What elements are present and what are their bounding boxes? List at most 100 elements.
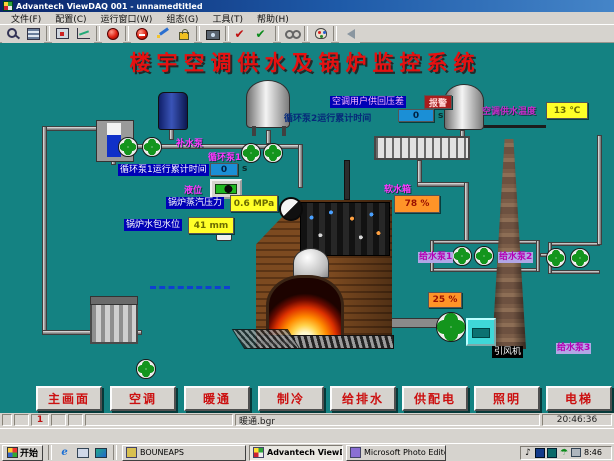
nav-button-hvac[interactable]: 暖通 bbox=[184, 386, 250, 411]
status-file-name: 暖通.bgr bbox=[235, 414, 540, 426]
label-soft-tank: 软水箱 bbox=[384, 182, 411, 195]
pipe bbox=[430, 240, 540, 244]
tray-clock[interactable]: 8:46 bbox=[584, 448, 602, 457]
task-button-1[interactable]: BOUNEAPS bbox=[122, 445, 246, 461]
internet-explorer-icon[interactable]: e bbox=[57, 446, 72, 459]
status-page-number: 1 bbox=[31, 414, 49, 426]
system-tray: ♪ ☂ 8:46 bbox=[520, 446, 612, 460]
nav-button-lighting[interactable]: 照明 bbox=[474, 386, 540, 411]
menu-run-window[interactable]: 运行窗口(W) bbox=[94, 12, 160, 25]
pipe bbox=[597, 135, 602, 245]
handcuff-icon bbox=[285, 28, 299, 40]
alarm-button[interactable] bbox=[102, 25, 123, 43]
supply-temp-value: 13 ℃ bbox=[546, 102, 588, 119]
menu-tools[interactable]: 工具(T) bbox=[205, 12, 250, 25]
pump1-runtime-unit: s bbox=[242, 164, 247, 174]
nav-button-elevator[interactable]: 电梯 bbox=[546, 386, 612, 411]
scada-canvas: 楼宇空调供水及锅炉监控系统 bbox=[0, 43, 614, 413]
start-button[interactable]: 开始 bbox=[2, 445, 43, 461]
pipe bbox=[42, 126, 47, 334]
volume-icon[interactable]: ♪ bbox=[523, 448, 533, 458]
nav-button-ac[interactable]: 空调 bbox=[110, 386, 176, 411]
task-label: Microsoft Photo Editor ... bbox=[364, 448, 446, 457]
nav-button-power[interactable]: 供配电 bbox=[402, 386, 468, 411]
status-cell bbox=[51, 414, 66, 426]
back-arrow-icon bbox=[342, 29, 355, 39]
pump-fan bbox=[452, 246, 472, 266]
soft-tank-value: 78 % bbox=[394, 195, 440, 213]
trend-chart-icon bbox=[77, 28, 90, 39]
lock-button[interactable] bbox=[173, 25, 194, 43]
alarm-ball-icon bbox=[107, 28, 119, 40]
confirm-green-button[interactable]: ✔ bbox=[252, 25, 273, 43]
snapshot-button[interactable] bbox=[202, 25, 223, 43]
monitor-icon[interactable] bbox=[535, 448, 545, 458]
label-diff-pressure: 空调用户供回压差 bbox=[330, 96, 406, 108]
label-pump2-runtime: 循环泵2运行累计时间 bbox=[284, 111, 371, 124]
fan-output-value: 25 % bbox=[428, 292, 462, 308]
red-valve bbox=[506, 120, 522, 130]
window-bottom-band bbox=[0, 428, 614, 444]
menu-file[interactable]: 文件(F) bbox=[4, 12, 48, 25]
title-bar[interactable]: Advantech ViewDAQ 001 - unnamedtitled bbox=[0, 0, 614, 12]
confirm-red-button[interactable]: ✔ bbox=[231, 25, 252, 43]
trend-button[interactable] bbox=[73, 25, 94, 43]
camera-icon bbox=[206, 30, 220, 40]
steam-pressure-value: 0.6 MPa bbox=[230, 195, 278, 212]
menu-help[interactable]: 帮助(H) bbox=[250, 12, 296, 25]
boiler-gauge bbox=[279, 197, 303, 221]
nav-button-main[interactable]: 主画面 bbox=[36, 386, 102, 411]
back-button[interactable] bbox=[339, 25, 360, 43]
confirm-green-icon: ✔ bbox=[256, 28, 270, 40]
pump-fan bbox=[241, 143, 261, 163]
pen-icon bbox=[157, 29, 169, 39]
pump-fan bbox=[546, 248, 566, 268]
toolbar: ✔ ✔ bbox=[0, 24, 614, 43]
show-desktop-icon[interactable] bbox=[75, 446, 90, 459]
channels-icon[interactable] bbox=[93, 446, 108, 459]
search-icon bbox=[6, 28, 20, 40]
search-button[interactable] bbox=[2, 25, 23, 43]
security-button[interactable] bbox=[281, 25, 302, 43]
windows-logo-icon bbox=[7, 447, 18, 458]
display-button[interactable] bbox=[52, 25, 73, 43]
flue-duct bbox=[388, 318, 440, 328]
pump-fan bbox=[118, 137, 138, 157]
menu-setup[interactable]: 组态(G) bbox=[159, 12, 205, 25]
status-cell bbox=[14, 414, 29, 426]
pipe bbox=[430, 268, 540, 272]
pipe bbox=[344, 160, 350, 200]
label-steam-pressure: 锅炉蒸汽压力 bbox=[166, 197, 224, 209]
task-label: Advantech ViewDAQ 0... bbox=[267, 448, 343, 457]
label-feed-pump1: 给水泵1 bbox=[418, 252, 453, 263]
edit-button[interactable] bbox=[152, 25, 173, 43]
pump-fan bbox=[474, 246, 494, 266]
draft-fan bbox=[436, 312, 466, 342]
nav-button-cooling[interactable]: 制冷 bbox=[258, 386, 324, 411]
network-icon[interactable] bbox=[571, 448, 581, 458]
taskbar-separator bbox=[48, 445, 52, 460]
status-bar: 1 暖通.bgr 20:46:36 bbox=[0, 413, 614, 428]
display-icon bbox=[56, 28, 69, 39]
toolbar-separator bbox=[225, 26, 229, 41]
status-cell bbox=[85, 414, 233, 426]
palette-button[interactable] bbox=[310, 25, 331, 43]
scheduler-icon[interactable] bbox=[547, 448, 557, 458]
task-button-photo-editor[interactable]: Microsoft Photo Editor ... bbox=[346, 445, 446, 461]
scada-page-title: 楼宇空调供水及锅炉监控系统 bbox=[62, 47, 548, 77]
antivirus-umbrella-icon[interactable]: ☂ bbox=[559, 448, 569, 458]
confirm-red-icon: ✔ bbox=[235, 28, 249, 40]
window-title: Advantech ViewDAQ 001 - unnamedtitled bbox=[16, 2, 203, 11]
pipe bbox=[464, 182, 469, 242]
toolbar-separator bbox=[275, 26, 279, 41]
task-button-viewdaq[interactable]: Advantech ViewDAQ 0... bbox=[249, 445, 343, 461]
nav-button-water[interactable]: 给排水 bbox=[330, 386, 396, 411]
taskbar-separator bbox=[113, 445, 117, 460]
red-valve bbox=[386, 251, 400, 260]
report-button[interactable] bbox=[23, 25, 44, 43]
pump-fan bbox=[142, 137, 162, 157]
menu-config[interactable]: 配置(C) bbox=[48, 12, 93, 25]
chimney bbox=[492, 139, 526, 349]
pump2-runtime-value: 0 bbox=[398, 109, 434, 122]
alarm-stop-button[interactable] bbox=[131, 25, 152, 43]
